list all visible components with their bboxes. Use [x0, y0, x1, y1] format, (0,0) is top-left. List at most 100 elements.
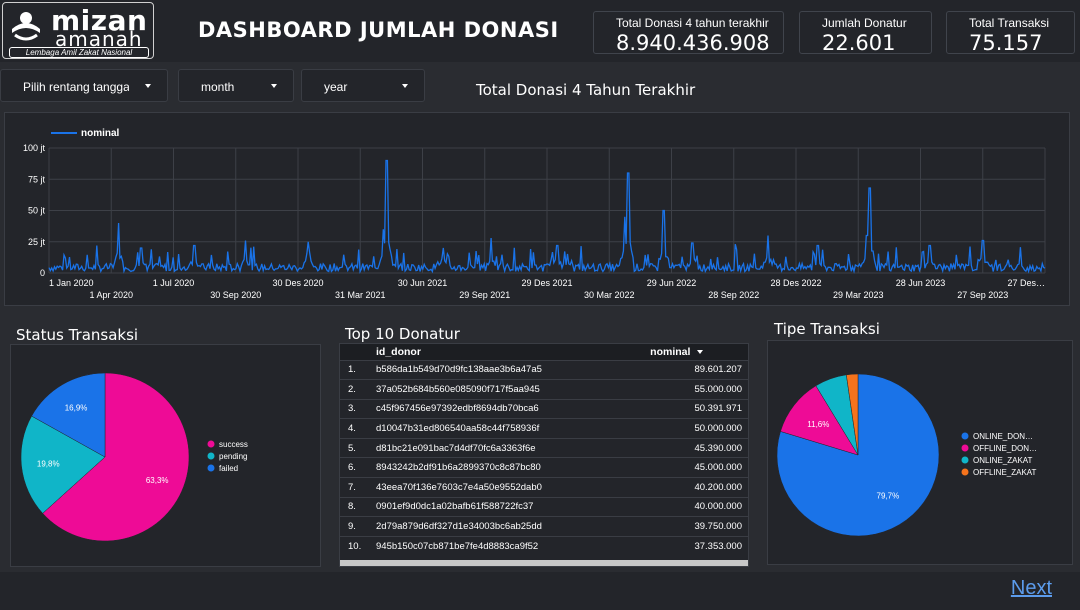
- x-axis: 1 Jan 2020 1 Jul 2020 30 Des 2020 30 Jun 20…: [49, 278, 1045, 300]
- slice-value-label: 16,9%: [65, 404, 88, 413]
- y-tick-label: 100 jt: [23, 143, 46, 153]
- line-chart[interactable]: nominal 0 25 jt 50 jt 75 jt 100 jt 1 Jan 202…: [5, 113, 1071, 307]
- date-range-label: Pilih rentang tanggal: [23, 80, 129, 94]
- slice-value-label: 79,7%: [877, 491, 900, 500]
- legend-swatch: [961, 444, 969, 452]
- kpi-label: Jumlah Donatur: [822, 16, 907, 30]
- table-scrollbar[interactable]: [340, 560, 748, 566]
- x-tick-label: 1 Jul 2020: [153, 278, 195, 288]
- brand-logo: mizan amanah Lembaga Amil Zakat Nasional: [2, 2, 154, 59]
- legend-swatch: [207, 464, 215, 472]
- table-row[interactable]: 5. d81bc21e091bac7d4df70fc6a3363f6e 45.390…: [340, 437, 748, 458]
- kpi-value: 22.601: [822, 31, 896, 55]
- column-header-id-donor[interactable]: id_donor: [376, 344, 651, 360]
- row-rank: 6.: [340, 457, 376, 478]
- legend-swatch: [207, 440, 215, 448]
- legend-label: ONLINE_DON…: [973, 432, 1033, 441]
- x-tick-label: 27 Sep 2023: [957, 290, 1008, 300]
- x-tick-label: 29 Mar 2023: [833, 290, 884, 300]
- sort-desc-icon: [697, 349, 704, 354]
- x-tick-label: 30 Sep 2020: [210, 290, 261, 300]
- column-header-nominal[interactable]: nominal: [650, 344, 748, 360]
- status-pie-panel: 63,3% 19,8% 16,9% success pending failed: [10, 344, 321, 567]
- next-page-link[interactable]: Next: [1011, 577, 1052, 600]
- row-rank: 3.: [340, 398, 376, 419]
- table-row[interactable]: 10. 945b150c07cb871be7fe4d8883ca9f52 37.35…: [340, 535, 748, 556]
- kpi-jumlah-donatur: Jumlah Donatur 22.601: [799, 11, 932, 55]
- year-dropdown[interactable]: year: [301, 69, 425, 102]
- row-nominal: 39.750.000: [650, 516, 748, 537]
- slice-value-label: 19,8%: [37, 459, 60, 468]
- row-nominal: 37.353.000: [650, 535, 748, 556]
- legend-swatch: [961, 456, 969, 464]
- row-nominal: 50.391.971: [650, 398, 748, 419]
- x-tick-label: 29 Sep 2021: [459, 290, 510, 300]
- status-pie-chart[interactable]: 63,3% 19,8% 16,9% success pending failed: [11, 345, 322, 568]
- legend-label: OFFLINE_ZAKAT: [973, 468, 1037, 477]
- y-tick-label: 75 jt: [28, 174, 46, 184]
- x-tick-label: 31 Mar 2021: [335, 290, 386, 300]
- x-tick-label: 1 Apr 2020: [89, 290, 133, 300]
- logo-tagline: Lembaga Amil Zakat Nasional: [9, 47, 149, 58]
- table-row[interactable]: 2. 37a052b684b560e085090f717f5aa945 55.000…: [340, 379, 748, 400]
- x-tick-label: 30 Des 2020: [272, 278, 323, 288]
- table-row[interactable]: 9. 2d79a879d6df327d1e34003bc6ab25dd 39.750…: [340, 516, 748, 537]
- page-title: DASHBOARD JUMLAH DONASI: [198, 18, 559, 42]
- top10-table-panel: id_donor nominal 1. b586da1b549d70d9fc138…: [339, 343, 749, 567]
- chevron-down-icon: [271, 84, 277, 88]
- legend-swatch: [961, 432, 969, 440]
- row-rank: 9.: [340, 516, 376, 537]
- x-tick-label: 29 Jun 2022: [647, 278, 697, 288]
- kpi-value: 75.157: [969, 31, 1043, 55]
- chevron-down-icon: [402, 84, 408, 88]
- footer-bar: [0, 572, 1080, 610]
- chevron-down-icon: [145, 84, 151, 88]
- table-row[interactable]: 8. 0901ef9d0dc1a02bafb61f588722fc37 40.000…: [340, 496, 748, 517]
- table-row[interactable]: 6. 8943242b2df91b6a2899370c8c87bc80 45.000…: [340, 457, 748, 478]
- kpi-total-transaksi: Total Transaksi 75.157: [946, 11, 1075, 55]
- row-rank: 4.: [340, 418, 376, 439]
- row-nominal: 50.000.000: [650, 418, 748, 439]
- row-rank: 2.: [340, 379, 376, 400]
- row-id-donor: d10047b31ed806540aa58c44f758936f: [376, 418, 651, 439]
- legend-label: OFFLINE_DON…: [973, 444, 1037, 453]
- table-row[interactable]: 7. 43eea70f136e7603c7e4a50e9552dab0 40.200…: [340, 477, 748, 498]
- row-id-donor: 0901ef9d0dc1a02bafb61f588722fc37: [376, 496, 651, 517]
- slice-value-label: 11,6%: [807, 420, 829, 429]
- row-id-donor: 2d79a879d6df327d1e34003bc6ab25dd: [376, 516, 651, 537]
- column-header-nominal-label: nominal: [650, 345, 691, 358]
- row-id-donor: 8943242b2df91b6a2899370c8c87bc80: [376, 457, 651, 478]
- logo-emblem-icon: [12, 12, 40, 41]
- y-tick-label: 50 jt: [28, 206, 46, 216]
- x-tick-label: 27 Des…: [1007, 278, 1045, 288]
- row-id-donor: 43eea70f136e7603c7e4a50e9552dab0: [376, 477, 651, 498]
- month-dropdown[interactable]: month: [178, 69, 294, 102]
- y-axis: 0 25 jt 50 jt 75 jt 100 jt: [23, 143, 46, 278]
- kpi-total-donasi: Total Donasi 4 tahun terakhir 8.940.436.…: [593, 11, 784, 55]
- x-tick-label: 28 Des 2022: [770, 278, 821, 288]
- row-id-donor: 37a052b684b560e085090f717f5aa945: [376, 379, 651, 400]
- row-id-donor: 945b150c07cb871be7fe4d8883ca9f52: [376, 535, 651, 556]
- date-range-dropdown[interactable]: Pilih rentang tanggal: [0, 69, 168, 102]
- kpi-value: 8.940.436.908: [616, 31, 770, 55]
- x-tick-label: 1 Jan 2020: [49, 278, 94, 288]
- x-tick-label: 29 Des 2021: [521, 278, 572, 288]
- tipe-pie-panel: 79,7% 11,6% ONLINE_DON… OFFLINE_DON… ONLINE_…: [767, 340, 1073, 565]
- table-row[interactable]: 4. d10047b31ed806540aa58c44f758936f 50.000…: [340, 418, 748, 439]
- tipe-pie-chart[interactable]: 79,7% 11,6% ONLINE_DON… OFFLINE_DON… ONLINE_…: [768, 341, 1074, 566]
- row-rank: 1.: [340, 359, 376, 380]
- row-rank: 10.: [340, 535, 376, 556]
- legend-swatch: [961, 468, 969, 476]
- row-id-donor: d81bc21e091bac7d4df70fc6a3363f6e: [376, 437, 651, 458]
- legend-label: pending: [219, 452, 247, 461]
- table-row[interactable]: 3. c45f967456e97392edbf8694db70bca6 50.391…: [340, 398, 748, 419]
- month-label: month: [201, 80, 235, 94]
- x-tick-label: 28 Jun 2023: [896, 278, 946, 288]
- legend-label: failed: [219, 464, 238, 473]
- table-row[interactable]: 1. b586da1b549d70d9fc138aae3b6a47a5 89.601…: [340, 359, 748, 380]
- row-nominal: 45.000.000: [650, 457, 748, 478]
- x-tick-label: 28 Sep 2022: [708, 290, 759, 300]
- top10-table: id_donor nominal 1. b586da1b549d70d9fc138…: [340, 344, 748, 556]
- table-header-row: id_donor nominal: [340, 344, 748, 360]
- row-nominal: 55.000.000: [650, 379, 748, 400]
